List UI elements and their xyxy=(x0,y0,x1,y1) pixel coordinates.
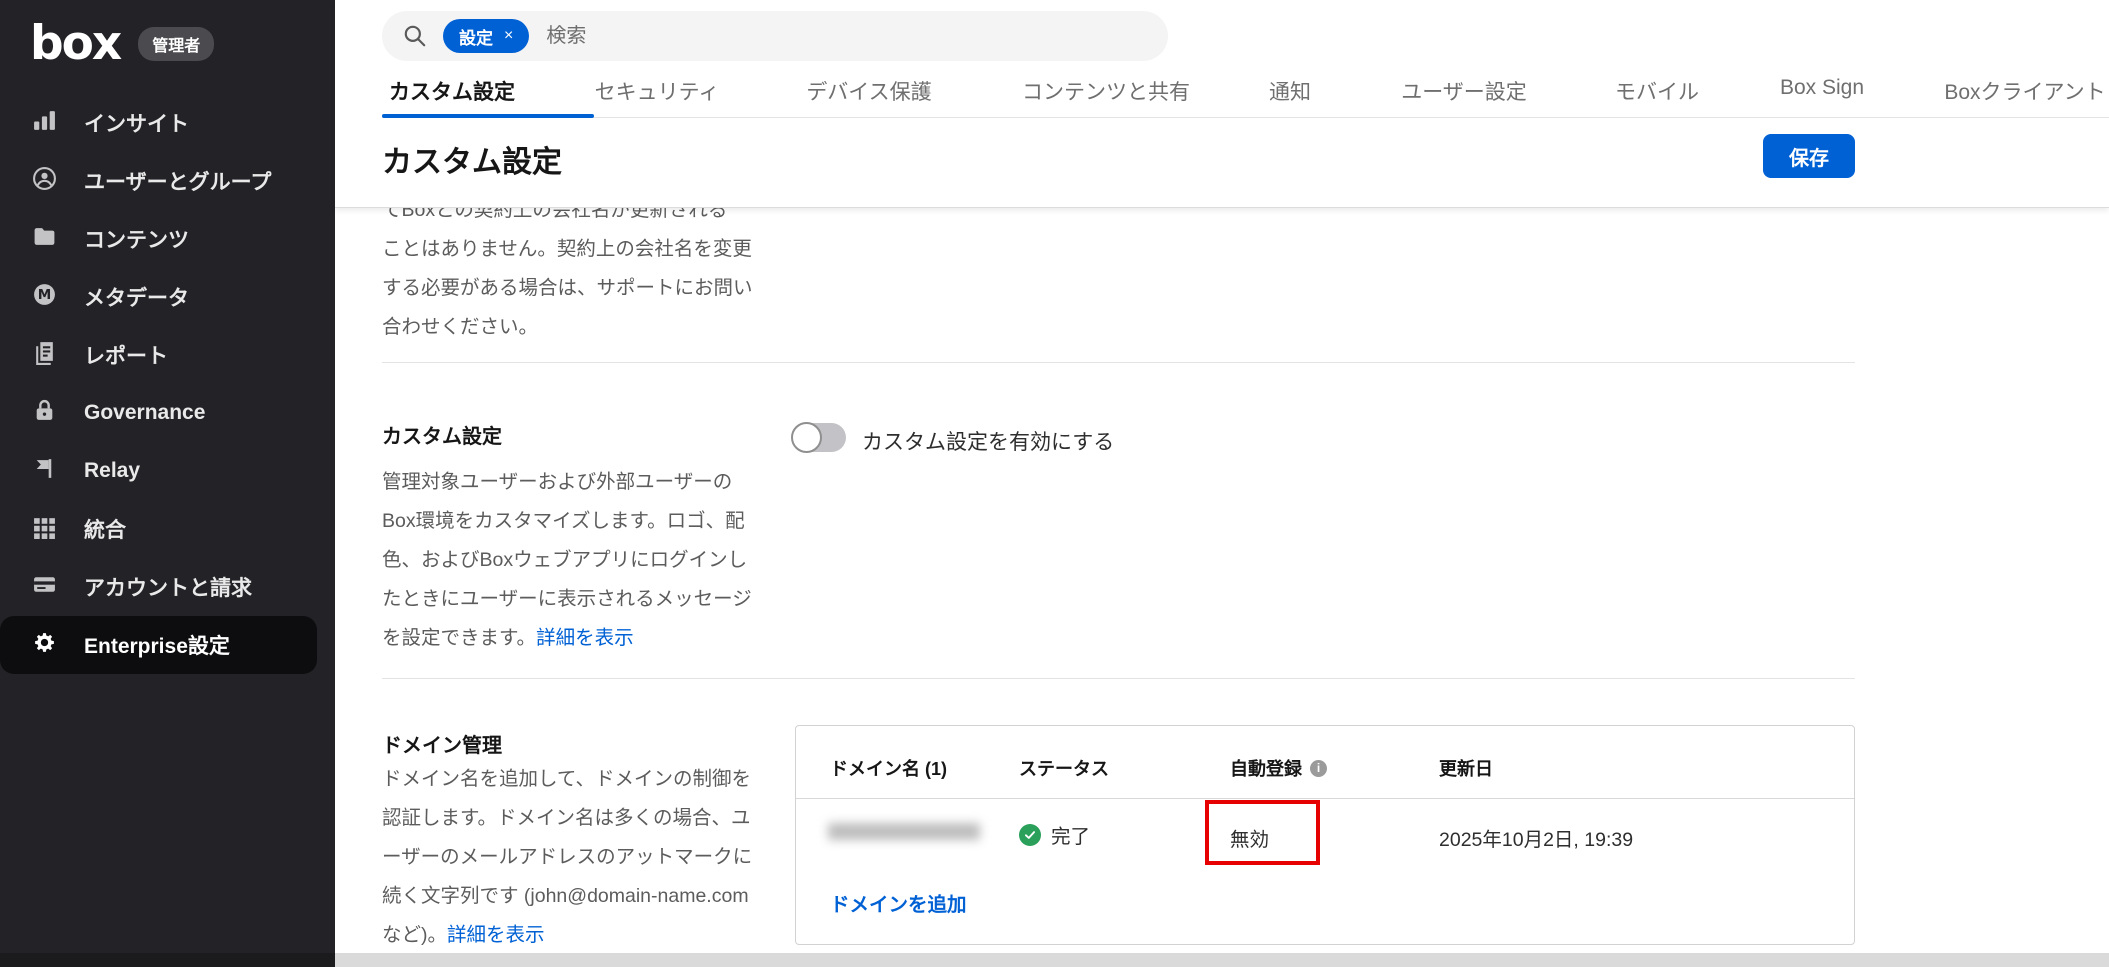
sidebar-item-label: ユーザーとグループ xyxy=(84,166,271,196)
search-input[interactable] xyxy=(544,24,1148,49)
info-icon[interactable]: i xyxy=(1310,760,1327,777)
sidebar-item-content[interactable]: コンテンツ xyxy=(0,210,335,268)
custom-settings-heading: カスタム設定 xyxy=(382,420,502,449)
sidebar-item-label: Governance xyxy=(84,401,205,425)
sidebar-item-label: メタデータ xyxy=(84,282,189,312)
box-logo[interactable]: box xyxy=(30,20,120,67)
sidebar-item-account-billing[interactable]: アカウントと請求 xyxy=(0,558,335,616)
tab-notifications[interactable]: 通知 xyxy=(1269,76,1311,106)
sidebar-item-reports[interactable]: レポート xyxy=(0,326,335,384)
description-line: 色、およびBoxウェブアプリにログインし xyxy=(382,541,752,580)
tab-device-protection[interactable]: デバイス保護 xyxy=(806,76,931,106)
search-bar[interactable]: 設定 × xyxy=(382,11,1168,61)
sidebar-item-label: レポート xyxy=(84,340,168,370)
description-line: 管理対象ユーザーおよび外部ユーザーの xyxy=(382,463,752,502)
tab-box-clients[interactable]: Boxクライアント xyxy=(1944,76,2105,106)
sidebar-bottom-edge xyxy=(0,953,335,967)
notice-line: 合わせください。 xyxy=(382,308,753,347)
domain-learn-more-link[interactable]: 詳細を表示 xyxy=(447,924,545,946)
tab-mobile[interactable]: モバイル xyxy=(1615,76,1699,106)
custom-settings-learn-more-link[interactable]: 詳細を表示 xyxy=(536,627,634,649)
sidebar-item-governance[interactable]: Governance xyxy=(0,384,335,442)
sidebar-item-label: Enterprise設定 xyxy=(84,630,230,660)
notice-line: する必要がある場合は、サポートにお問い xyxy=(382,269,753,308)
sidebar-nav: インサイト ユーザーとグループ コンテンツ M メタデータ xyxy=(0,94,335,674)
domain-name-redacted xyxy=(828,823,980,840)
tab-box-sign[interactable]: Box Sign xyxy=(1780,76,1864,100)
sidebar-item-label: Relay xyxy=(84,459,140,483)
domain-management-heading: ドメイン管理 xyxy=(382,729,502,758)
custom-settings-description: 管理対象ユーザーおよび外部ユーザーの Box環境をカスタマイズします。ロゴ、配 … xyxy=(382,463,752,658)
custom-settings-toggle[interactable] xyxy=(793,423,846,452)
sidebar-item-relay[interactable]: Relay xyxy=(0,442,335,500)
page-bottom-edge xyxy=(335,953,2109,967)
domain-table: ドメイン名 (1) ステータス 自動登録 i 更新日 完了 無効 2025年10… xyxy=(795,725,1855,945)
column-header-domain-name: ドメイン名 (1) xyxy=(830,755,947,781)
description-line: Box環境をカスタマイズします。ロゴ、配 xyxy=(382,502,752,541)
column-header-updated: 更新日 xyxy=(1439,755,1493,781)
description-line: など)。 xyxy=(382,924,447,946)
check-circle-icon xyxy=(1019,824,1041,846)
credit-card-icon xyxy=(32,572,57,602)
flag-icon xyxy=(32,456,57,486)
description-line: ドメイン名を追加して、ドメインの制御を xyxy=(382,760,752,799)
add-domain-link[interactable]: ドメインを追加 xyxy=(830,888,967,917)
tabs-divider xyxy=(382,117,2109,118)
sidebar-item-users-groups[interactable]: ユーザーとグループ xyxy=(0,152,335,210)
chip-close-icon[interactable]: × xyxy=(504,28,513,44)
status-cell: 完了 xyxy=(1019,820,1090,849)
grid-icon xyxy=(32,514,57,544)
svg-text:M: M xyxy=(38,287,51,303)
sidebar-item-metadata[interactable]: M メタデータ xyxy=(0,268,335,326)
custom-settings-toggle-label: カスタム設定を有効にする xyxy=(862,426,1114,456)
active-tab-underline xyxy=(382,114,594,118)
description-line: たときにユーザーに表示されるメッセージ xyxy=(382,580,752,619)
user-circle-icon xyxy=(32,166,57,196)
sidebar-item-insights[interactable]: インサイト xyxy=(0,94,335,152)
sidebar-item-enterprise-settings[interactable]: Enterprise設定 xyxy=(0,616,317,674)
company-name-notice: てBoxとの契約上の会社名が更新される ことはありません。契約上の会社名を変更 … xyxy=(382,191,753,347)
sidebar-item-label: 統合 xyxy=(84,514,126,544)
domain-management-description: ドメイン名を追加して、ドメインの制御を 認証します。ドメイン名は多くの場合、ユ … xyxy=(382,760,752,955)
table-header-divider xyxy=(796,798,1854,799)
chip-label: 設定 xyxy=(459,24,493,49)
section-divider xyxy=(382,362,1855,363)
search-filter-chip[interactable]: 設定 × xyxy=(443,19,529,53)
annotation-highlight-box xyxy=(1205,800,1320,865)
description-line: ーザーのメールアドレスのアットマークに xyxy=(382,838,752,877)
section-divider xyxy=(382,678,1855,679)
page-header: 設定 × カスタム設定 セキュリティ デバイス保護 コンテンツと共有 通知 ユー… xyxy=(335,0,2109,208)
description-line: 認証します。ドメイン名は多くの場合、ユ xyxy=(382,799,752,838)
description-line: を設定できます。 xyxy=(382,627,536,649)
admin-badge: 管理者 xyxy=(138,27,214,61)
status-value: 完了 xyxy=(1051,820,1090,849)
box-admin-console: box 管理者 インサイト ユーザーとグループ コンテンツ xyxy=(0,0,2109,967)
sidebar-item-integrations[interactable]: 統合 xyxy=(0,500,335,558)
report-icon xyxy=(32,340,57,370)
tab-security[interactable]: セキュリティ xyxy=(595,76,720,106)
tab-user-settings[interactable]: ユーザー設定 xyxy=(1401,76,1527,106)
toggle-knob xyxy=(791,422,822,453)
column-header-status: ステータス xyxy=(1019,755,1109,781)
bar-chart-icon xyxy=(32,108,57,138)
updated-date-value: 2025年10月2日, 19:39 xyxy=(1439,823,1633,852)
save-button[interactable]: 保存 xyxy=(1763,134,1855,178)
folder-icon xyxy=(32,224,57,254)
metadata-m-icon: M xyxy=(32,282,57,312)
page-title: カスタム設定 xyxy=(382,137,562,181)
sidebar-item-label: コンテンツ xyxy=(84,224,189,254)
column-header-label: 自動登録 xyxy=(1230,755,1302,781)
tab-custom-settings[interactable]: カスタム設定 xyxy=(389,76,515,106)
sidebar-item-label: インサイト xyxy=(84,108,189,138)
column-header-auto-enrollment: 自動登録 i xyxy=(1230,755,1327,781)
lock-icon xyxy=(32,398,57,428)
sidebar: box 管理者 インサイト ユーザーとグループ コンテンツ xyxy=(0,0,335,967)
notice-line: ことはありません。契約上の会社名を変更 xyxy=(382,230,753,269)
search-icon xyxy=(402,23,428,49)
tab-content-sharing[interactable]: コンテンツと共有 xyxy=(1022,76,1190,106)
gear-icon xyxy=(32,630,57,660)
description-line: 続く文字列です (john@domain-name.com xyxy=(382,877,752,916)
sidebar-item-label: アカウントと請求 xyxy=(84,572,252,602)
